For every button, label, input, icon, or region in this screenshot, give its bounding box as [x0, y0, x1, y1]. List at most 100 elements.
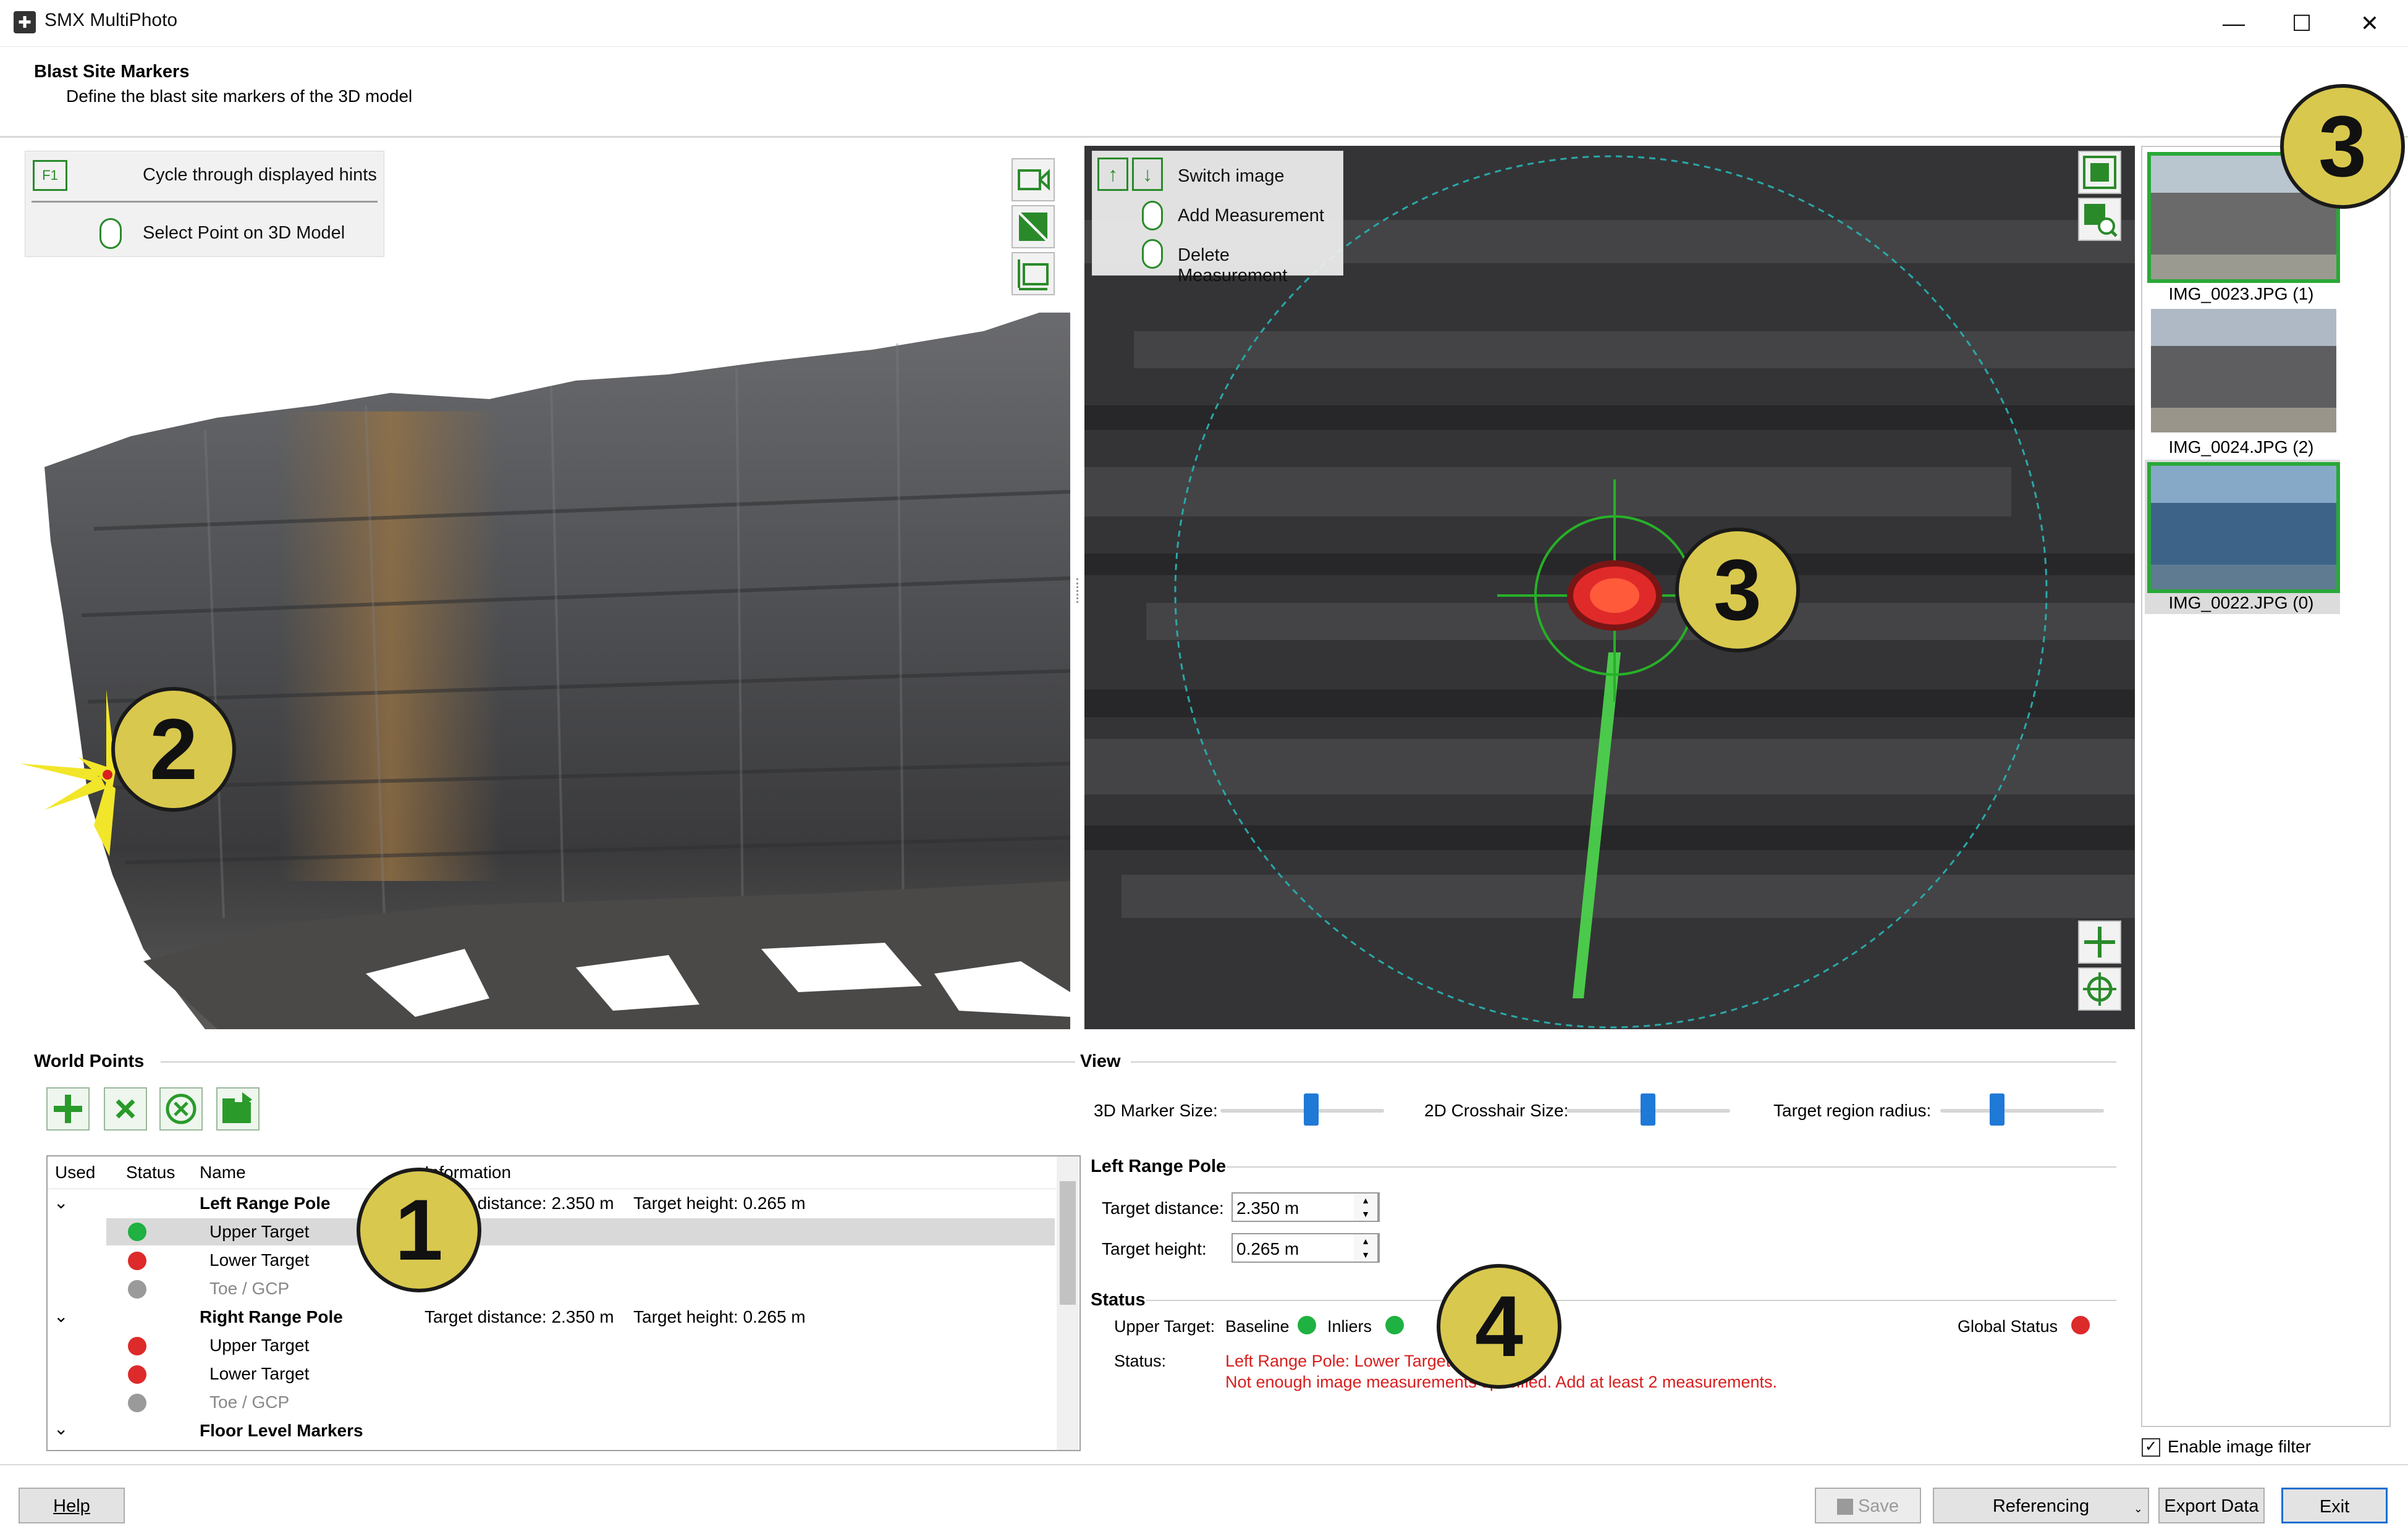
f1-key-icon: F1	[33, 160, 67, 191]
center-crosshair-icon[interactable]	[2078, 920, 2121, 964]
footer-divider	[0, 1464, 2408, 1465]
hint-cycle-label: Cycle through displayed hints	[143, 165, 377, 185]
thumbnail-2[interactable]	[2151, 309, 2336, 432]
image-filter-label: Enable image filter	[2168, 1437, 2311, 1456]
target-distance-spinner[interactable]: ▲ ▼	[1354, 1192, 1379, 1222]
child-upper-target[interactable]: Upper Target	[209, 1336, 309, 1355]
col-name[interactable]: Name	[200, 1163, 246, 1182]
child-lower-target[interactable]: Lower Target	[209, 1250, 309, 1270]
fit-view-icon[interactable]	[1012, 252, 1055, 295]
thumbnail-3-label: IMG_0022.JPG (0)	[2168, 593, 2314, 612]
page-title: Blast Site Markers	[34, 62, 190, 82]
view-title: View	[1080, 1051, 1121, 1071]
fit-image-icon[interactable]	[2078, 151, 2121, 194]
col-used[interactable]: Used	[55, 1163, 95, 1182]
export-data-button[interactable]: Export Data	[2158, 1488, 2265, 1523]
view-divider	[1131, 1061, 2116, 1063]
hint-panel-2d: ↑ ↓ Switch image Add Measurement Delete …	[1092, 151, 1343, 285]
hint-select-point-label: Select Point on 3D Model	[143, 223, 345, 243]
mouse-left-icon	[1142, 201, 1163, 230]
group-info-height: Target height: 0.265 m	[633, 1194, 806, 1213]
child-toe-gcp[interactable]: Toe / GCP	[209, 1279, 289, 1299]
thumbnail-1-label: IMG_0023.JPG (1)	[2168, 284, 2314, 303]
group-floor-level-markers[interactable]: Floor Level Markers	[200, 1421, 363, 1441]
status-dot-red	[128, 1252, 146, 1270]
referencing-label: Referencing	[1992, 1496, 2090, 1516]
status-dot-red	[128, 1337, 146, 1355]
status-section-title: Status	[1091, 1290, 1146, 1310]
pole-divider	[1227, 1166, 2116, 1168]
help-button[interactable]: Help	[19, 1488, 125, 1523]
splitter-handle[interactable]	[1076, 578, 1081, 603]
target-height-label: Target height:	[1102, 1239, 1207, 1258]
import-points-icon[interactable]	[216, 1087, 260, 1131]
marker-size-label: 3D Marker Size:	[1094, 1101, 1218, 1120]
close-button[interactable]: ✕	[2342, 6, 2397, 40]
status-dot-red	[128, 1365, 146, 1384]
toggle-texture-icon[interactable]	[1012, 205, 1055, 248]
inliers-label: Inliers	[1327, 1317, 1372, 1336]
child-toe-gcp[interactable]: Toe / GCP	[209, 1392, 289, 1412]
mouse-icon	[99, 218, 122, 249]
child-lower-target[interactable]: Lower Target	[209, 1364, 309, 1384]
mouse-right-icon	[1142, 239, 1163, 269]
callout-3-image: 3	[1675, 528, 1800, 652]
rock-face-3d-render	[20, 313, 1070, 1029]
page-subtitle: Define the blast site markers of the 3D …	[66, 86, 413, 106]
target-height-spinner[interactable]: ▲ ▼	[1354, 1233, 1379, 1263]
expand-chevron-icon[interactable]: ⌄	[54, 1192, 68, 1213]
world-points-title: World Points	[34, 1051, 145, 1071]
expand-chevron-icon[interactable]: ⌄	[54, 1418, 68, 1439]
title-bar: ✚ SMX MultiPhoto — ☐ ✕	[0, 0, 2408, 47]
arrow-up-icon: ↑	[1097, 158, 1128, 191]
save-icon	[1836, 1499, 1853, 1515]
camera-icon[interactable]	[1012, 158, 1055, 201]
thumbnail-2-label: IMG_0024.JPG (2)	[2168, 437, 2314, 457]
marker-size-slider-thumb[interactable]	[1304, 1093, 1319, 1126]
status-dot-gray	[128, 1280, 146, 1299]
upper-target-label: Upper Target:	[1114, 1317, 1215, 1336]
hint-switch-image-label: Switch image	[1178, 166, 1285, 186]
image-2d-view[interactable]: ↑ ↓ Switch image Add Measurement Delete …	[1084, 146, 2135, 1029]
maximize-button[interactable]: ☐	[2274, 6, 2330, 40]
add-point-icon[interactable]	[46, 1087, 90, 1131]
save-label: Save	[1857, 1496, 1899, 1516]
remove-point-icon[interactable]	[104, 1087, 147, 1131]
target-icon[interactable]	[2078, 967, 2121, 1011]
target-radius-slider-thumb[interactable]	[1990, 1093, 2005, 1126]
group-right-range-pole[interactable]: Right Range Pole	[200, 1307, 343, 1327]
hint-panel-3d: F1 Cycle through displayed hints Select …	[25, 151, 384, 257]
exit-button[interactable]: Exit	[2281, 1488, 2388, 1523]
hint-add-measurement-label: Add Measurement	[1178, 206, 1324, 225]
tree-scrollbar-thumb[interactable]	[1060, 1181, 1076, 1305]
clear-points-icon[interactable]	[159, 1087, 203, 1131]
callout-4: 4	[1437, 1264, 1561, 1389]
pole-section-title: Left Range Pole	[1091, 1156, 1227, 1176]
window-title: SMX MultiPhoto	[44, 10, 178, 30]
image-filter-checkbox[interactable]: ✓	[2142, 1438, 2160, 1457]
thumbnail-3[interactable]	[2147, 462, 2340, 593]
group-info-distance: Target distance: 2.350 m	[425, 1307, 614, 1326]
hint-divider	[32, 201, 378, 203]
minimize-button[interactable]: —	[2206, 6, 2262, 40]
marker-size-slider[interactable]	[1220, 1109, 1384, 1113]
target-radius-slider[interactable]	[1940, 1109, 2104, 1113]
app-icon: ✚	[14, 11, 36, 33]
expand-chevron-icon[interactable]: ⌄	[54, 1306, 68, 1326]
referencing-button[interactable]: Referencing ⌄	[1933, 1488, 2149, 1523]
child-upper-target[interactable]: Upper Target	[209, 1222, 309, 1242]
world-points-tree[interactable]: Used Status Name Information ⌄ Left Rang…	[46, 1155, 1081, 1451]
status-message-line1: Left Range Pole: Lower Target	[1225, 1352, 1451, 1370]
model-3d-view[interactable]: F1 Cycle through displayed hints Select …	[20, 146, 1070, 1029]
target-radius-label: Target region radius:	[1773, 1101, 1932, 1120]
status-label: Status:	[1114, 1352, 1167, 1370]
zoom-image-icon[interactable]	[2078, 198, 2121, 241]
col-status[interactable]: Status	[126, 1163, 175, 1182]
group-left-range-pole[interactable]: Left Range Pole	[200, 1194, 331, 1213]
target-distance-label: Target distance:	[1102, 1198, 1224, 1218]
callout-2: 2	[111, 687, 236, 812]
status-divider	[1146, 1300, 2116, 1301]
save-button[interactable]: Save	[1815, 1488, 1921, 1523]
crosshair-size-slider-thumb[interactable]	[1641, 1093, 1655, 1126]
hint-delete-measurement-label: Delete Measurement	[1178, 245, 1288, 285]
